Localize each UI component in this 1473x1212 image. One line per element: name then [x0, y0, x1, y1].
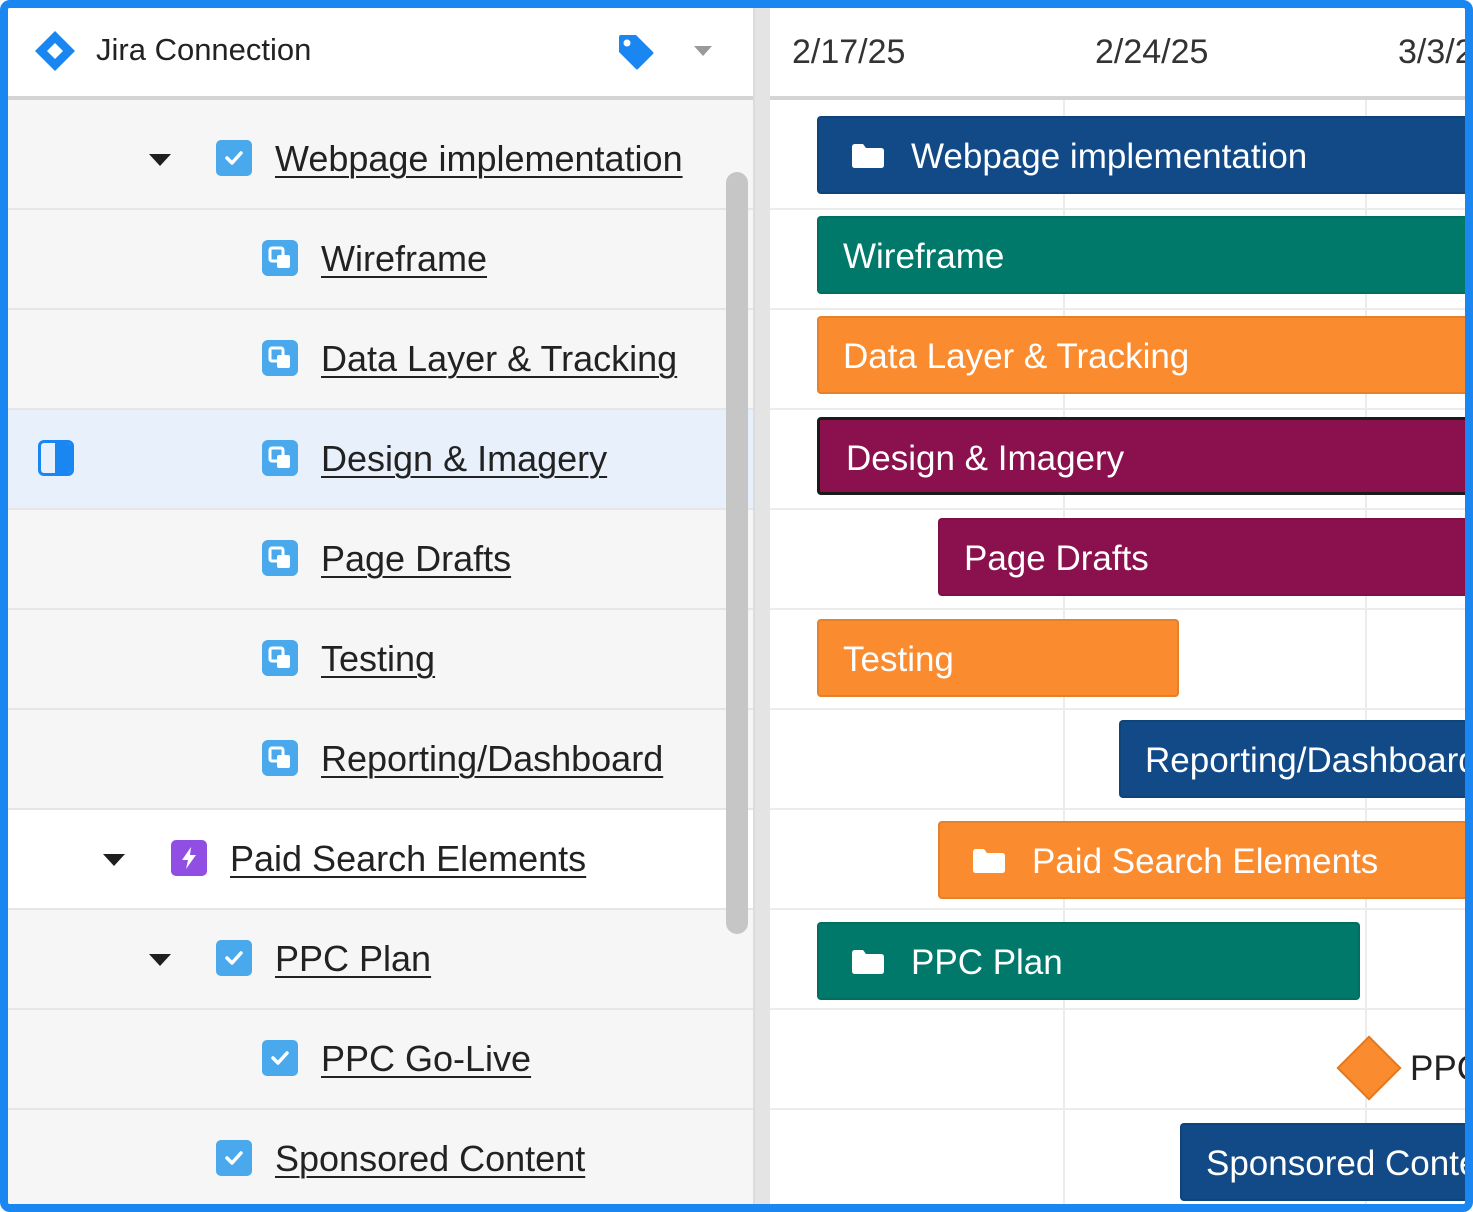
- bar-label: Page Drafts: [964, 539, 1149, 578]
- grid-line: [770, 608, 1465, 610]
- gantt-bar[interactable]: Page Drafts: [938, 518, 1465, 596]
- app-frame: Jira Connection Webpage implementation W…: [0, 0, 1473, 1212]
- task-link[interactable]: Wireframe: [321, 236, 487, 282]
- bar-label: Testing: [843, 640, 954, 679]
- task-link[interactable]: PPC Plan: [275, 936, 431, 982]
- grid-line: [770, 408, 1465, 410]
- gantt-bar[interactable]: Paid Search Elements: [938, 821, 1465, 899]
- gantt-bar[interactable]: Reporting/Dashboard: [1119, 720, 1473, 798]
- task-link[interactable]: Design & Imagery: [321, 436, 607, 482]
- task-row[interactable]: Sponsored Content: [8, 1110, 753, 1204]
- bar-label: Reporting/Dashboard: [1145, 741, 1473, 780]
- task-row[interactable]: Data Layer & Tracking: [8, 310, 753, 410]
- grid-line: [770, 908, 1465, 910]
- week-label: 2/24/25: [1095, 33, 1209, 71]
- bar-label: Webpage implementation: [911, 137, 1308, 176]
- subtask-icon: [262, 640, 298, 676]
- panel-divider[interactable]: [753, 8, 770, 1204]
- task-link[interactable]: Sponsored Content: [275, 1136, 585, 1182]
- bar-label: Data Layer & Tracking: [843, 337, 1190, 376]
- task-link[interactable]: Webpage implementation: [275, 136, 683, 182]
- task-link[interactable]: Reporting/Dashboard: [321, 736, 663, 782]
- milestone-label: PPC Go-Live: [1410, 1049, 1465, 1088]
- project-title[interactable]: Jira Connection: [96, 28, 311, 72]
- task-checkbox-icon: [216, 140, 252, 176]
- bar-label: Sponsored Content: [1206, 1144, 1465, 1183]
- grid-line: [770, 808, 1465, 810]
- subtask-icon: [262, 540, 298, 576]
- folder-icon: [852, 144, 884, 168]
- bar-label: PPC Plan: [911, 943, 1063, 982]
- gantt-bar[interactable]: Wireframe: [817, 216, 1465, 294]
- task-row[interactable]: Testing: [8, 610, 753, 710]
- subtask-icon: [262, 340, 298, 376]
- side-panel-toggle-icon[interactable]: [38, 440, 74, 476]
- grid-line: [770, 308, 1465, 310]
- folder-icon: [973, 849, 1005, 873]
- grid-line: [770, 508, 1465, 510]
- task-row[interactable]: PPC Plan: [8, 910, 753, 1010]
- task-row[interactable]: Reporting/Dashboard: [8, 710, 753, 810]
- subtask-icon: [262, 740, 298, 776]
- gantt-bar[interactable]: PPC Plan: [817, 922, 1360, 1000]
- tag-icon[interactable]: [616, 32, 656, 72]
- gantt-bar[interactable]: Testing: [817, 619, 1179, 697]
- gantt-bar[interactable]: Sponsored Content: [1180, 1123, 1465, 1201]
- bar-label: Design & Imagery: [846, 439, 1125, 478]
- task-list-header: Jira Connection: [8, 8, 753, 100]
- epic-row[interactable]: Paid Search Elements: [8, 810, 753, 910]
- task-row[interactable]: Wireframe: [8, 210, 753, 310]
- week-label: 2/17/25: [792, 33, 906, 71]
- grid-line: [770, 1008, 1465, 1010]
- gantt-bar-selected[interactable]: Design & Imagery: [817, 417, 1465, 495]
- task-row[interactable]: Webpage implementation: [8, 110, 753, 210]
- epic-link[interactable]: Paid Search Elements: [230, 836, 586, 882]
- task-link[interactable]: Page Drafts: [321, 536, 511, 582]
- gantt-bar[interactable]: Data Layer & Tracking: [817, 316, 1465, 394]
- task-row[interactable]: Page Drafts: [8, 510, 753, 610]
- grid-line: [770, 708, 1465, 710]
- caret-down-icon[interactable]: [692, 44, 714, 58]
- collapse-caret-icon[interactable]: [148, 952, 172, 968]
- bar-label: Paid Search Elements: [1032, 842, 1379, 881]
- timeline-header: 2/17/25 2/24/25 3/3/25: [770, 8, 1473, 100]
- epic-lightning-icon: [171, 840, 207, 876]
- collapse-caret-icon[interactable]: [148, 152, 172, 168]
- folder-icon: [852, 950, 884, 974]
- grid-line: [770, 208, 1465, 210]
- grid-line: [770, 1108, 1465, 1110]
- task-link[interactable]: PPC Go-Live: [321, 1036, 531, 1082]
- collapse-caret-icon[interactable]: [102, 852, 126, 868]
- task-link[interactable]: Data Layer & Tracking: [321, 336, 677, 382]
- vertical-scrollbar[interactable]: [726, 172, 748, 934]
- subtask-icon: [262, 240, 298, 276]
- bar-label: Wireframe: [843, 237, 1005, 276]
- week-label: 3/3/25: [1398, 33, 1473, 71]
- task-row[interactable]: PPC Go-Live: [8, 1010, 753, 1110]
- task-checkbox-icon: [216, 940, 252, 976]
- task-row-selected[interactable]: Design & Imagery: [8, 410, 753, 510]
- task-checkbox-icon: [262, 1040, 298, 1076]
- jira-logo-icon: [35, 31, 75, 71]
- task-checkbox-icon: [216, 1140, 252, 1176]
- task-list-panel: Jira Connection Webpage implementation W…: [8, 8, 753, 1204]
- task-link[interactable]: Testing: [321, 636, 435, 682]
- subtask-icon: [262, 440, 298, 476]
- gantt-bar[interactable]: Webpage implementation: [817, 116, 1465, 194]
